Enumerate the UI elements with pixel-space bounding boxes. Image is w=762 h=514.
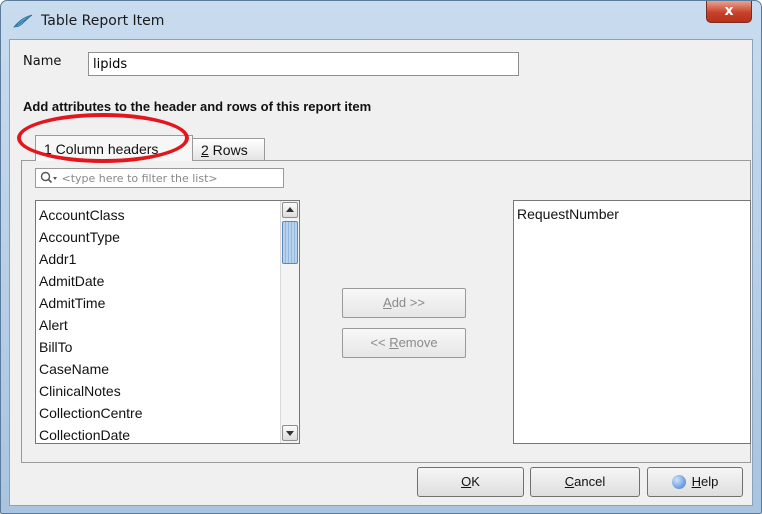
list-item[interactable]: ClinicalNotes [39, 383, 121, 399]
help-icon [671, 475, 686, 489]
column-headers-panel: <type here to filter the list> AccountCl… [21, 160, 751, 463]
list-item[interactable]: CaseName [39, 361, 109, 377]
list-item[interactable]: BillTo [39, 339, 72, 355]
tab-rows[interactable]: 2 Rows [192, 138, 265, 160]
help-button[interactable]: Help [647, 467, 743, 497]
list-item[interactable]: AdmitTime [39, 295, 105, 311]
name-label: Name [23, 54, 62, 69]
list-item[interactable]: CollectionCentre [39, 405, 143, 421]
cancel-button[interactable]: Cancel [530, 467, 640, 497]
scroll-thumb[interactable] [282, 221, 298, 264]
highlight-circle [17, 113, 189, 163]
scroll-down-button[interactable] [282, 425, 298, 441]
remove-button[interactable]: << Remove [342, 328, 466, 358]
dialog-body: Name Add attributes to the header and ro… [9, 39, 753, 506]
list-item[interactable]: RequestNumber [517, 206, 619, 222]
list-scrollbar[interactable] [280, 201, 299, 443]
ok-button[interactable]: OK [417, 467, 524, 497]
window-title: Table Report Item [41, 13, 165, 29]
close-button[interactable]: x [706, 1, 752, 23]
add-button[interactable]: Add >> [342, 288, 466, 318]
arrow-down-icon [286, 431, 294, 436]
name-field[interactable] [88, 52, 519, 76]
list-item[interactable]: AccountType [39, 229, 120, 245]
available-attributes-list[interactable]: AccountClass AccountType Addr1 AdmitDate… [35, 200, 300, 444]
section-heading: Add attributes to the header and rows of… [23, 99, 372, 114]
filter-placeholder: <type here to filter the list> [61, 172, 218, 185]
list-item[interactable]: Alert [39, 317, 68, 333]
feather-icon [13, 14, 33, 28]
list-item[interactable]: Addr1 [39, 251, 76, 267]
scroll-up-button[interactable] [282, 202, 298, 218]
search-icon [40, 171, 57, 184]
filter-input[interactable]: <type here to filter the list> [35, 168, 284, 188]
list-item[interactable]: AdmitDate [39, 273, 104, 289]
dialog-window: Table Report Item x Name Add attributes … [0, 0, 762, 514]
arrow-up-icon [286, 207, 294, 212]
selected-attributes-list[interactable]: RequestNumber [513, 200, 751, 444]
title-bar[interactable]: Table Report Item x [1, 1, 761, 39]
list-item[interactable]: CollectionDate [39, 427, 130, 443]
list-item[interactable]: AccountClass [39, 207, 125, 223]
